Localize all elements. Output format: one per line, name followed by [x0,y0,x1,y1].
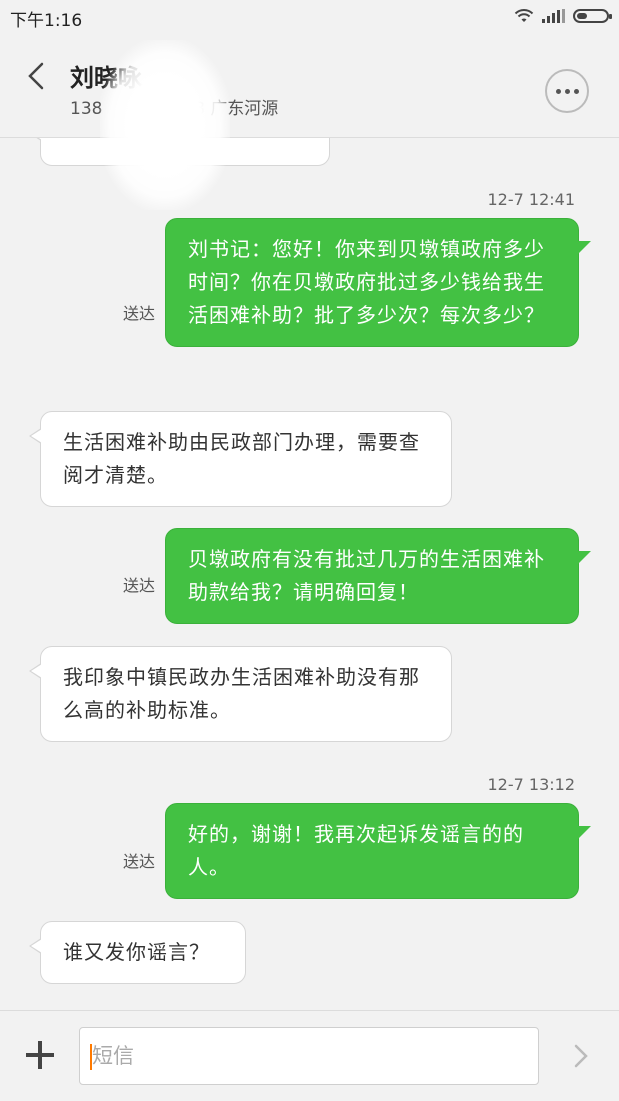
message-list[interactable]: ... 12-7 12:41 送达 刘书记：您好！你来到贝墩镇政府多少时间？你在… [0,138,619,1010]
message-text: 谁又发你谣言？ [63,940,210,964]
message-incoming[interactable]: 我印象中镇民政办生活困难补助没有那么高的补助标准。 [29,646,452,742]
chevron-left-icon [28,62,44,90]
message-input[interactable] [79,1027,539,1085]
conversation-header: 刘晓咏 138768 广东河源 [0,34,619,138]
redaction-smudge [100,40,230,210]
timestamp: 12-7 13:12 [487,775,575,794]
battery-icon [573,9,612,23]
delivery-status: 送达 [123,852,156,871]
send-button[interactable] [571,1041,591,1071]
contact-number-start: 138 [70,99,103,119]
message-incoming[interactable]: 谁又发你谣言？ [29,921,246,984]
compose-bar [0,1010,619,1101]
message-incoming[interactable]: 生活困难补助由民政部门办理，需要查阅才清楚。 [29,411,452,507]
back-button[interactable] [22,56,52,96]
message-text: 生活困难补助由民政部门办理，需要查阅才清楚。 [63,430,420,487]
delivery-status: 送达 [123,304,156,323]
chevron-right-icon [574,1044,588,1068]
delivery-status: 送达 [123,576,156,595]
more-options-button[interactable] [545,69,589,113]
status-time: 下午1:16 [10,11,83,31]
message-text: 贝墩政府有没有批过几万的生活困难补助款给我？请明确回复！ [188,547,545,604]
message-text: 我印象中镇民政办生活困难补助没有那么高的补助标准。 [63,665,420,722]
text-caret [90,1044,92,1070]
status-icons [514,8,612,24]
message-outgoing[interactable]: 刘书记：您好！你来到贝墩镇政府多少时间？你在贝墩政府批过多少钱给我生活困难补助？… [165,218,591,347]
more-options-icon [555,88,561,94]
status-bar: 下午1:16 [0,0,619,34]
signal-icon [542,9,565,23]
wifi-icon [514,8,534,24]
message-text: 好的，谢谢！我再次起诉发谣言的的人。 [188,822,524,879]
message-text: 刘书记：您好！你来到贝墩镇政府多少时间？你在贝墩政府批过多少钱给我生活困难补助？… [188,237,545,327]
message-outgoing[interactable]: 贝墩政府有没有批过几万的生活困难补助款给我？请明确回复！ [165,528,591,624]
message-outgoing[interactable]: 好的，谢谢！我再次起诉发谣言的的人。 [165,803,591,899]
timestamp: 12-7 12:41 [487,190,575,209]
add-attachment-button[interactable] [26,1041,54,1069]
